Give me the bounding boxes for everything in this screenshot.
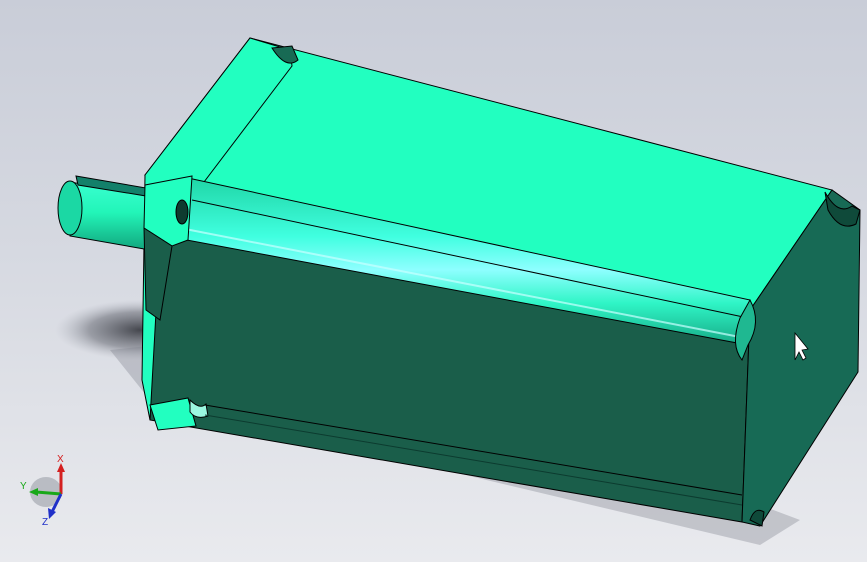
reference-triad[interactable]: X Y Z	[14, 448, 74, 528]
triad-y-axis	[35, 490, 62, 496]
mounting-hole	[175, 199, 189, 225]
triad-x-label: X	[57, 454, 64, 465]
shaft-end	[57, 180, 83, 236]
graphics-viewport[interactable]: X Y Z	[0, 0, 867, 562]
model-view[interactable]	[0, 0, 867, 562]
triad-y-label: Y	[20, 481, 27, 492]
triad-z-label: Z	[42, 517, 48, 528]
motor-body[interactable]	[141, 37, 861, 527]
